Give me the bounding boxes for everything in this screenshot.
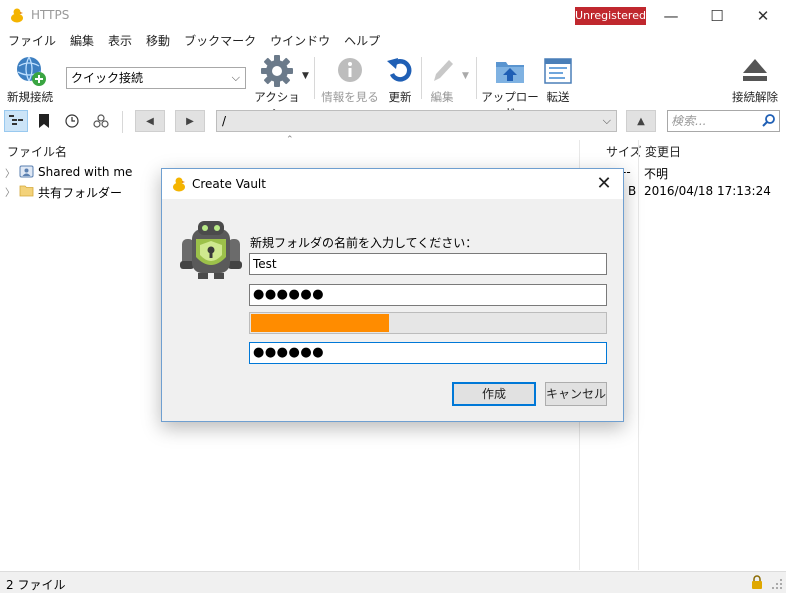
minimize-button[interactable]: — [648,0,694,31]
duck-icon [173,177,185,192]
disconnect-button[interactable]: 接続解除 [728,54,782,105]
shared-drive-icon [19,165,34,178]
folder-upload-icon [496,62,524,83]
new-connection-button[interactable]: 新規接続 [4,54,56,105]
toolbar-divider [476,57,477,99]
arrow-left-icon: ◀ [146,115,154,127]
action-dropdown-icon[interactable]: ▼ [302,71,309,81]
search-input[interactable]: 検索... [667,110,780,132]
tree-view-icon [9,115,23,125]
search-icon [762,114,775,127]
quick-connect-value: クイック接続 [71,71,144,85]
arrow-up-icon: ▲ [637,115,645,127]
create-vault-dialog: Create Vault ✕ 新規フォルダの名前を入力してください： Test … [161,168,624,422]
disconnect-label: 接続解除 [732,90,778,104]
file-list-header: ⌃ ファイル名 サイズ 変更日 [0,135,786,160]
toolbar: 新規接続 クイック接続 ⌵ アクション ▼ 情報を見る [0,51,786,120]
menu-bar: ファイル 編集 表示 移動 ブックマーク ウインドウ ヘルプ [0,31,786,51]
vault-name-input[interactable]: Test [249,253,607,275]
parent-directory-button[interactable]: ▲ [626,110,656,132]
menu-help[interactable]: ヘルプ [337,31,387,51]
title-bar: HTTPS Unregistered — ☐ ✕ [0,0,786,31]
new-connection-label: 新規接続 [7,90,53,104]
chevron-right-icon[interactable]: 〉 [5,165,15,180]
refresh-label: 更新 [388,90,412,104]
dialog-title: Create Vault [192,177,266,191]
path-value: / [222,114,227,128]
chevron-down-icon: ⌵ [231,71,240,84]
forward-button[interactable]: ▶ [175,110,205,132]
confirm-password-field[interactable]: ●●●●●● [249,342,607,364]
file-modified: 不明 [644,167,669,181]
unregistered-badge[interactable]: Unregistered [575,7,646,25]
menu-bookmark[interactable]: ブックマーク [177,31,263,51]
chevron-down-icon: ⌵ [602,114,611,127]
refresh-button[interactable]: 更新 [383,54,417,105]
info-icon [338,58,362,82]
back-button[interactable]: ◀ [135,110,165,132]
password-strength-meter [249,312,607,334]
status-bar: 2 ファイル [0,571,786,593]
duck-icon [11,8,23,23]
file-size: B [628,184,637,198]
network-icon [93,114,109,128]
browser-view-button[interactable] [4,110,28,132]
status-text: 2 ファイル [6,578,66,592]
menu-view[interactable]: 表示 [101,31,139,51]
menu-go[interactable]: 移動 [139,31,177,51]
refresh-icon [387,58,412,82]
bonjour-button[interactable] [89,110,113,132]
column-filename[interactable]: ファイル名 [7,143,67,160]
eject-icon [743,59,767,81]
path-bar: ◀ ▶ / ⌵ ▲ 検索... [0,107,786,137]
cancel-button[interactable]: キャンセル [545,382,607,406]
history-button[interactable] [60,110,84,132]
toolbar-divider [314,57,315,99]
edit-dropdown-icon[interactable]: ▼ [462,71,469,81]
folder-name-prompt: 新規フォルダの名前を入力してください： [250,236,478,250]
info-button[interactable]: 情報を見る [320,54,380,105]
path-select[interactable]: / ⌵ [216,110,617,132]
chevron-right-icon[interactable]: 〉 [5,184,15,199]
pencil-icon [434,60,453,81]
vault-robot-icon [180,221,242,279]
globe-add-icon [17,56,46,86]
dialog-close-button[interactable]: ✕ [593,173,615,195]
create-button[interactable]: 作成 [452,382,536,406]
quick-connect-select[interactable]: クイック接続 ⌵ [66,67,246,89]
dialog-title-bar: Create Vault ✕ [162,169,623,199]
file-name: 共有フォルダー [38,186,123,200]
search-placeholder: 検索... [671,114,707,128]
gear-icon [261,55,293,87]
close-button[interactable]: ✕ [740,0,786,31]
password-strength-fill [251,314,389,332]
transfer-label: 転送 [546,90,570,104]
toolbar-divider [421,57,422,99]
arrow-right-icon: ▶ [186,115,194,127]
sort-indicator-icon: ⌃ [286,135,294,145]
file-name: Shared with me [38,165,133,179]
maximize-button[interactable]: ☐ [694,0,740,31]
edit-button[interactable]: 編集 [425,54,459,105]
pathbar-divider [122,111,123,133]
menu-file[interactable]: ファイル [0,31,63,51]
window-title: HTTPS [31,8,70,22]
resize-grip-icon[interactable] [771,578,783,590]
lock-icon[interactable] [751,575,763,589]
edit-label: 編集 [430,90,454,104]
info-label: 情報を見る [321,90,379,104]
menu-edit[interactable]: 編集 [63,31,101,51]
column-modified[interactable]: 変更日 [645,143,681,160]
column-divider [638,140,639,570]
bookmarks-button[interactable] [32,110,56,132]
file-modified: 2016/04/18 17:13:24 [644,184,771,198]
clock-icon [65,114,79,128]
password-field[interactable]: ●●●●●● [249,284,607,306]
column-size[interactable]: サイズ [606,143,642,160]
bookmark-icon [39,114,49,128]
transfer-window-icon [544,58,572,84]
folder-icon [19,185,34,197]
menu-window[interactable]: ウインドウ [263,31,337,51]
transfer-button[interactable]: 転送 [541,54,575,105]
